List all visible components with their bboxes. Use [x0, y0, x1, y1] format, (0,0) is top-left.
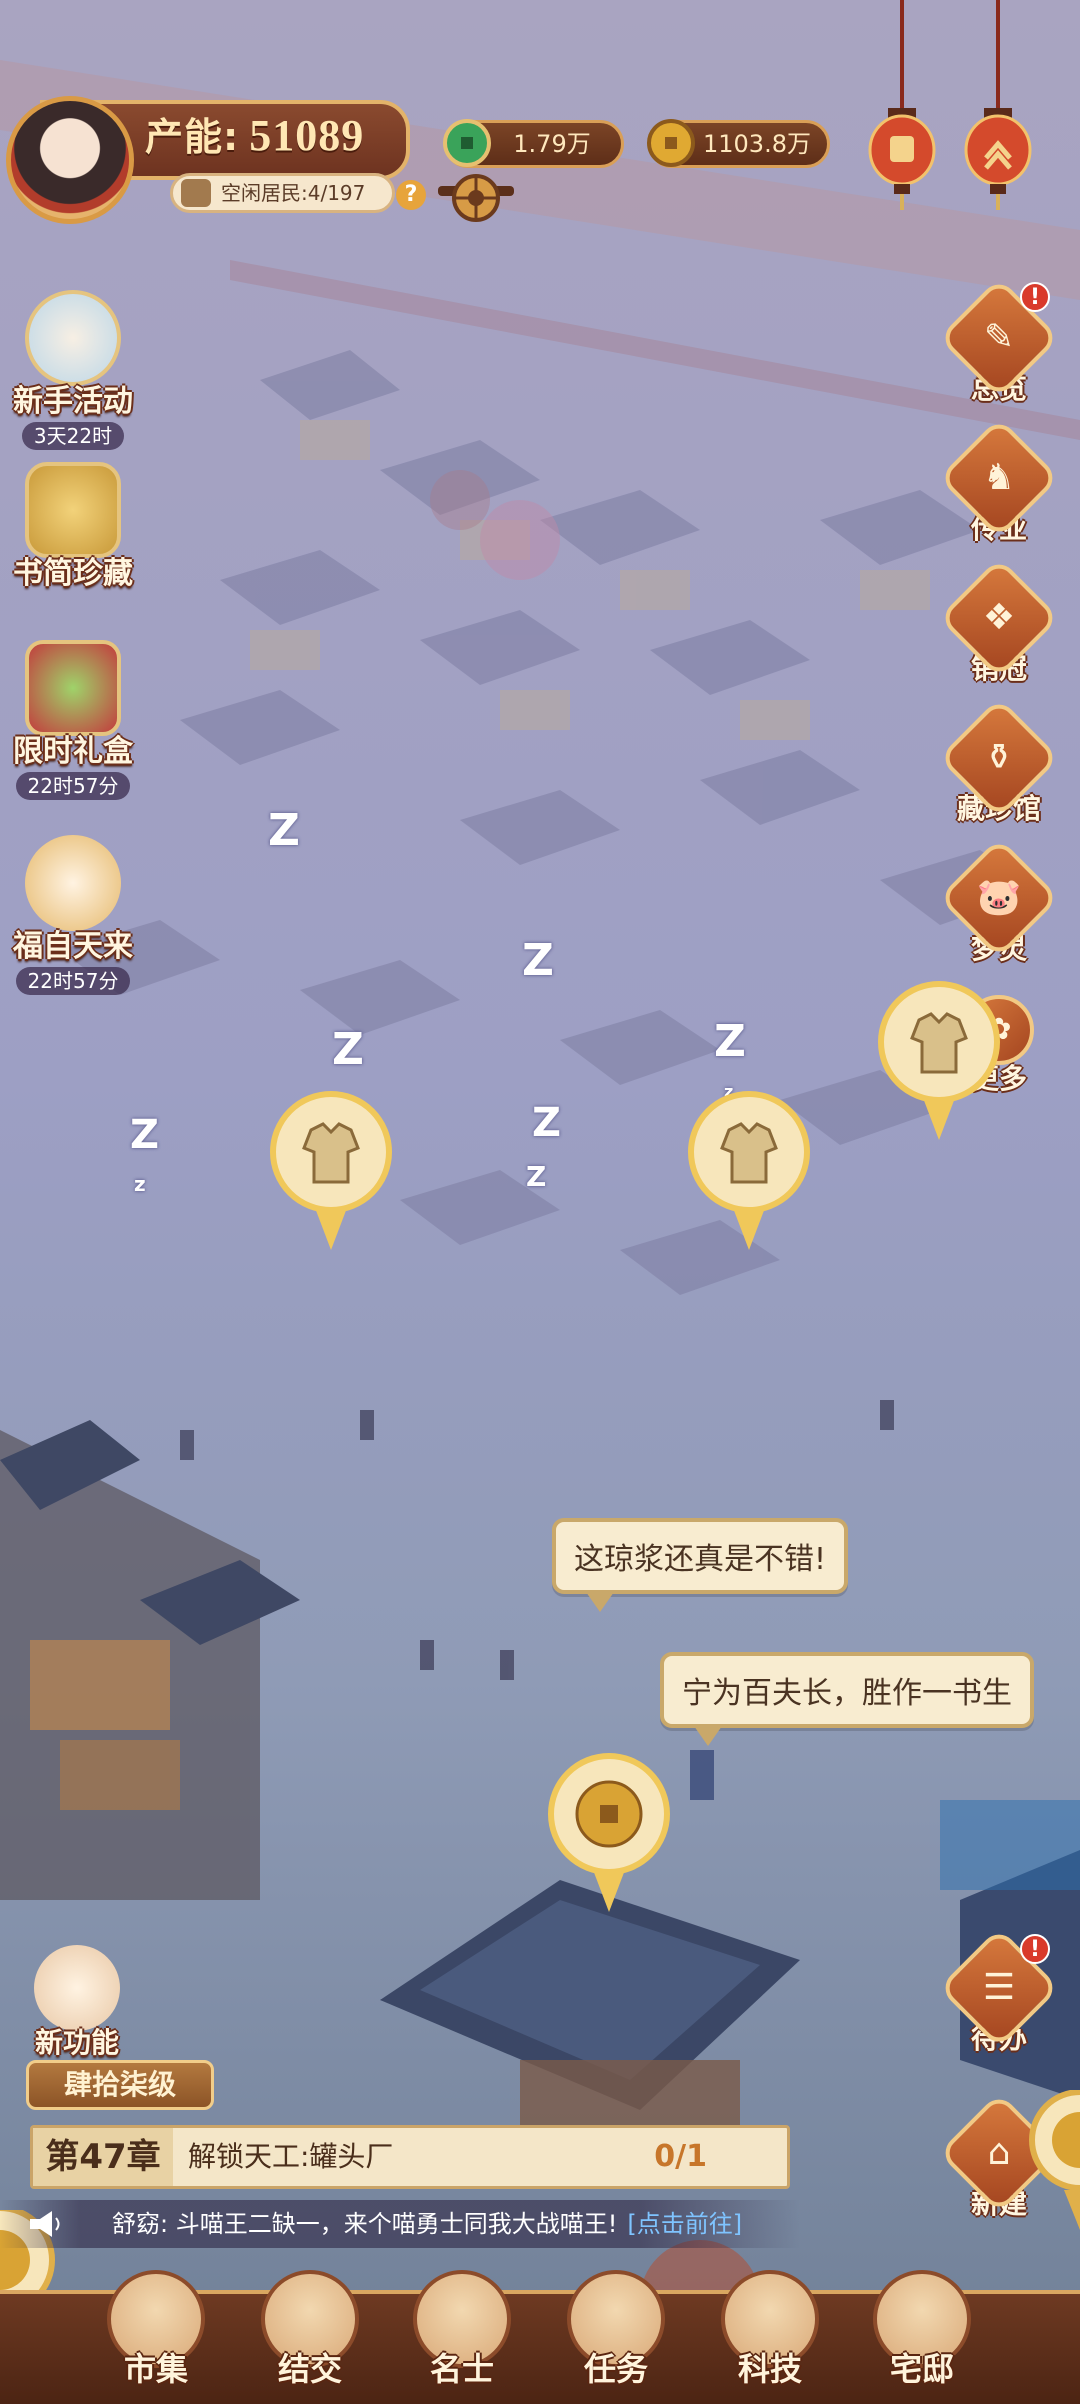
giftbox-icon: [25, 640, 121, 736]
coin-pin-edge-right[interactable]: [1020, 2090, 1080, 2230]
player-avatar[interactable]: [6, 96, 134, 224]
new-feature-character-icon: [34, 1945, 120, 2031]
production-display: 产能: 51089: [145, 106, 364, 161]
nav-celebrity[interactable]: 名士: [402, 2270, 522, 2400]
newbie-characters-icon: [25, 290, 121, 386]
museum-button[interactable]: ⚱ 藏珍馆: [938, 697, 1060, 827]
coin-pin[interactable]: [546, 1752, 672, 1912]
sleep-z: Z: [522, 935, 554, 986]
idle-residents-pill[interactable]: 空闲居民:4/197: [170, 173, 395, 213]
newbie-activity-label: 新手活动: [13, 384, 133, 419]
city-scene-background: [0, 0, 1080, 2400]
jade-coin-icon: [443, 119, 491, 167]
gold-coin-icon: [647, 119, 695, 167]
jade-currency-pill[interactable]: 1.79万: [443, 119, 624, 168]
chapter-quest-bar[interactable]: 第47章 解锁天工:罐头厂 0/1: [30, 2125, 790, 2189]
chapter-task: 解锁天工:罐头厂: [188, 2140, 394, 2173]
career-button[interactable]: ♞ 传业: [938, 417, 1060, 547]
speaker-icon: [30, 2211, 60, 2237]
limited-giftbox-timer: 22时57分: [15, 772, 131, 800]
production-value: 51089: [249, 111, 365, 160]
limited-giftbox-button[interactable]: 限时礼盒 22时57分: [8, 640, 138, 800]
sleep-z: Z: [532, 1100, 562, 1146]
wheel-icon[interactable]: [438, 168, 514, 222]
nav-friends[interactable]: 结交: [250, 2270, 370, 2400]
resident-icon: [181, 179, 211, 207]
nav-mansion-label: 宅邸: [889, 2350, 954, 2388]
npc-speech-bubble-1: 这琼浆还真是不错!: [552, 1518, 849, 1612]
newbie-activity-button[interactable]: 新手活动 3天22时: [8, 290, 138, 450]
lantern-up-icon[interactable]: [964, 0, 1032, 210]
nav-market-label: 市集: [123, 2350, 188, 2388]
fortune-character-icon: [25, 835, 121, 931]
jade-amount: 1.79万: [513, 130, 591, 158]
sleep-z: Z: [526, 1160, 547, 1193]
bamboo-collection-button[interactable]: 书简珍藏: [8, 462, 138, 592]
idle-residents-text: 空闲居民:4/197: [221, 181, 366, 205]
todo-alert-badge: !: [1020, 1934, 1050, 1964]
nav-friends-label: 结交: [277, 2350, 342, 2388]
chapter-number: 第47章: [33, 2128, 173, 2186]
sales-champion-button[interactable]: ❖ 销冠: [938, 557, 1060, 687]
nav-mansion[interactable]: 宅邸: [862, 2270, 982, 2400]
chapter-progress: 0/1: [654, 2139, 707, 2174]
dream-spirit-button[interactable]: 🐷 梦灵: [938, 837, 1060, 967]
new-feature-label: 新功能: [34, 2026, 119, 2059]
bamboo-scroll-icon: [25, 462, 121, 558]
fortune-label: 福自天来: [13, 929, 133, 964]
clothing-pin-3[interactable]: [876, 980, 1002, 1140]
fortune-timer: 22时57分: [15, 967, 131, 995]
nav-tech-label: 科技: [737, 2350, 802, 2388]
nav-tasks[interactable]: 任务: [556, 2270, 676, 2400]
lantern-exchange-icon[interactable]: [868, 0, 936, 210]
limited-giftbox-label: 限时礼盒: [13, 734, 133, 769]
sleep-z: Z: [714, 1016, 746, 1067]
overview-button[interactable]: ✎ 总览: [938, 277, 1060, 407]
broadcast-notice[interactable]: 舒窈: 斗喵王二缺一，来个喵勇士同我大战喵王! [点击前往]: [0, 2200, 800, 2248]
new-feature-button[interactable]: 新功能: [12, 1945, 142, 2061]
help-button[interactable]: ?: [396, 180, 426, 210]
fortune-button[interactable]: 福自天来 22时57分: [8, 835, 138, 995]
sleep-z: Z: [332, 1024, 364, 1075]
clothing-pin-2[interactable]: [686, 1090, 812, 1250]
notice-message: 舒窈: 斗喵王二缺一，来个喵勇士同我大战喵王!: [112, 2210, 618, 2238]
production-label: 产能:: [145, 115, 240, 159]
sleep-z: Z: [130, 1112, 160, 1158]
player-level-tag[interactable]: 肆拾柒级: [26, 2060, 214, 2110]
sleep-z: Z: [268, 805, 300, 856]
overview-alert-badge: !: [1020, 282, 1050, 312]
sleep-z-small: z: [134, 1172, 146, 1196]
bamboo-collection-label: 书简珍藏: [13, 556, 133, 591]
nav-tasks-label: 任务: [583, 2350, 648, 2388]
nav-tech[interactable]: 科技: [710, 2270, 830, 2400]
nav-celebrity-label: 名士: [429, 2350, 494, 2388]
npc-speech-bubble-2: 宁为百夫长，胜作一书生: [660, 1652, 1034, 1746]
nav-market[interactable]: 市集: [96, 2270, 216, 2400]
notice-goto-link[interactable]: [点击前往]: [627, 2210, 742, 2238]
newbie-activity-timer: 3天22时: [21, 422, 125, 450]
coin-currency-pill[interactable]: 1103.8万: [647, 119, 830, 168]
clothing-pin-1[interactable]: [268, 1090, 394, 1250]
